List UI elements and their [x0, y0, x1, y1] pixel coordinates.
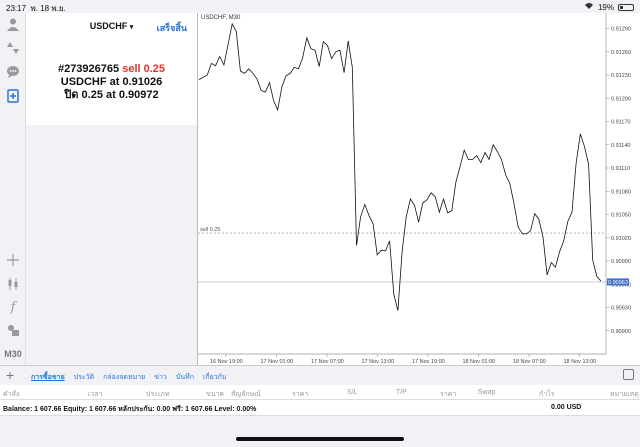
order-panel: USDCHF ▾ เสร็จสิ้น #273926765 sell 0.25 …	[26, 13, 197, 125]
col-type: ประเภท	[146, 391, 170, 398]
wifi-icon	[584, 2, 594, 12]
status-date: พ. 18 พ.ย.	[30, 4, 66, 13]
y-tick-label: 0.91140	[611, 143, 630, 149]
col-profit: กำไร	[539, 391, 555, 398]
home-indicator	[236, 437, 404, 441]
current-price-label: 0.90963	[608, 280, 628, 286]
y-tick-label: 0.90930	[611, 306, 631, 312]
y-tick-label: 0.91080	[611, 189, 631, 195]
y-tick-label: 0.91200	[611, 96, 631, 102]
order-action: sell 0.25	[122, 63, 166, 75]
plus-icon[interactable]: +	[6, 367, 14, 383]
y-tick-label: 0.90900	[611, 329, 631, 335]
sell-level-label: sell 0.25	[200, 227, 221, 233]
done-button[interactable]: เสร็จสิ้น	[157, 21, 187, 35]
new-order-icon[interactable]	[4, 87, 22, 105]
col-swap: Swap	[478, 389, 496, 396]
column-header: คำสั่ง เวลา ประเภท ขนาด สัญลักษณ์ ราคา S…	[0, 385, 640, 400]
candles-icon[interactable]	[4, 275, 22, 293]
price-series-line	[198, 22, 602, 311]
y-tick-label: 0.91260	[611, 50, 631, 56]
status-bar: 23:17 พ. 18 พ.ย. 19%	[0, 0, 640, 13]
open-price: 0.91026	[122, 76, 163, 88]
y-tick-label: 0.91110	[611, 166, 630, 172]
chart-canvas: 0.91290 0.91260 0.91230 0.91200 0.91170 0.911…	[198, 13, 631, 365]
y-tick-label: 0.91050	[611, 213, 631, 219]
total-profit: 0.00 USD	[551, 404, 582, 411]
col-symbol: สัญลักษณ์	[231, 391, 261, 398]
battery-percent: 19%	[597, 2, 614, 12]
col-sl: S/L	[347, 389, 358, 396]
balance-text: Balance: 1 607.66 Equity: 1 607.66 หลักป…	[3, 406, 257, 413]
function-icon[interactable]: 𝑓	[4, 298, 22, 316]
left-toolbar: 𝑓 M30	[0, 13, 26, 365]
order-info: #273926765 sell 0.25 USDCHF at 0.91026 ป…	[57, 63, 166, 101]
y-tick-label: 0.91290	[611, 27, 631, 33]
timeframe-button[interactable]: M30	[4, 345, 22, 363]
terminal-tabs: + การซื้อขาย ประวัติ กล่องจดหมาย ข่าว บั…	[0, 365, 640, 385]
balance-bar: Balance: 1 607.66 Equity: 1 607.66 หลักป…	[0, 400, 640, 416]
status-time: 23:17	[6, 4, 27, 13]
crosshair-icon[interactable]	[4, 251, 22, 269]
chevron-down-icon: ▾	[129, 24, 134, 31]
price-chart[interactable]: 0.91290 0.91260 0.91230 0.91200 0.91170 0.911…	[197, 13, 640, 365]
col-comment: หมายเหตุ	[610, 391, 639, 398]
battery-icon	[618, 3, 634, 11]
y-tick-label: 0.91170	[611, 120, 630, 126]
chart-title: USDCHF, M30	[201, 15, 241, 21]
close-price: 0.90972	[118, 89, 159, 101]
col-time: เวลา	[88, 391, 103, 398]
tab-news[interactable]: ข่าว	[154, 372, 167, 383]
y-tick-label: 0.91020	[611, 236, 631, 242]
tab-history[interactable]: ประวัติ	[74, 372, 94, 383]
y-tick-label: 0.91230	[611, 73, 631, 79]
tab-journal[interactable]: บันทึก	[176, 372, 194, 383]
tab-about[interactable]: เกี่ยวกับ	[203, 372, 226, 383]
panel-toggle-icon[interactable]	[623, 369, 634, 380]
col-price: ราคา	[292, 391, 309, 398]
col-volume: ขนาด	[206, 391, 225, 398]
col-tp: T/P	[396, 389, 407, 396]
tab-trade[interactable]: การซื้อขาย	[31, 372, 65, 383]
tab-mailbox[interactable]: กล่องจดหมาย	[103, 372, 145, 383]
col-order: คำสั่ง	[3, 391, 20, 398]
chat-icon[interactable]	[4, 63, 22, 81]
col-price2: ราคา	[440, 391, 457, 398]
ticket-number: #273926765	[57, 63, 120, 75]
objects-icon[interactable]	[4, 321, 22, 339]
quotes-icon[interactable]	[4, 39, 22, 57]
y-tick-label: 0.90990	[611, 259, 631, 265]
account-icon[interactable]	[4, 15, 22, 33]
